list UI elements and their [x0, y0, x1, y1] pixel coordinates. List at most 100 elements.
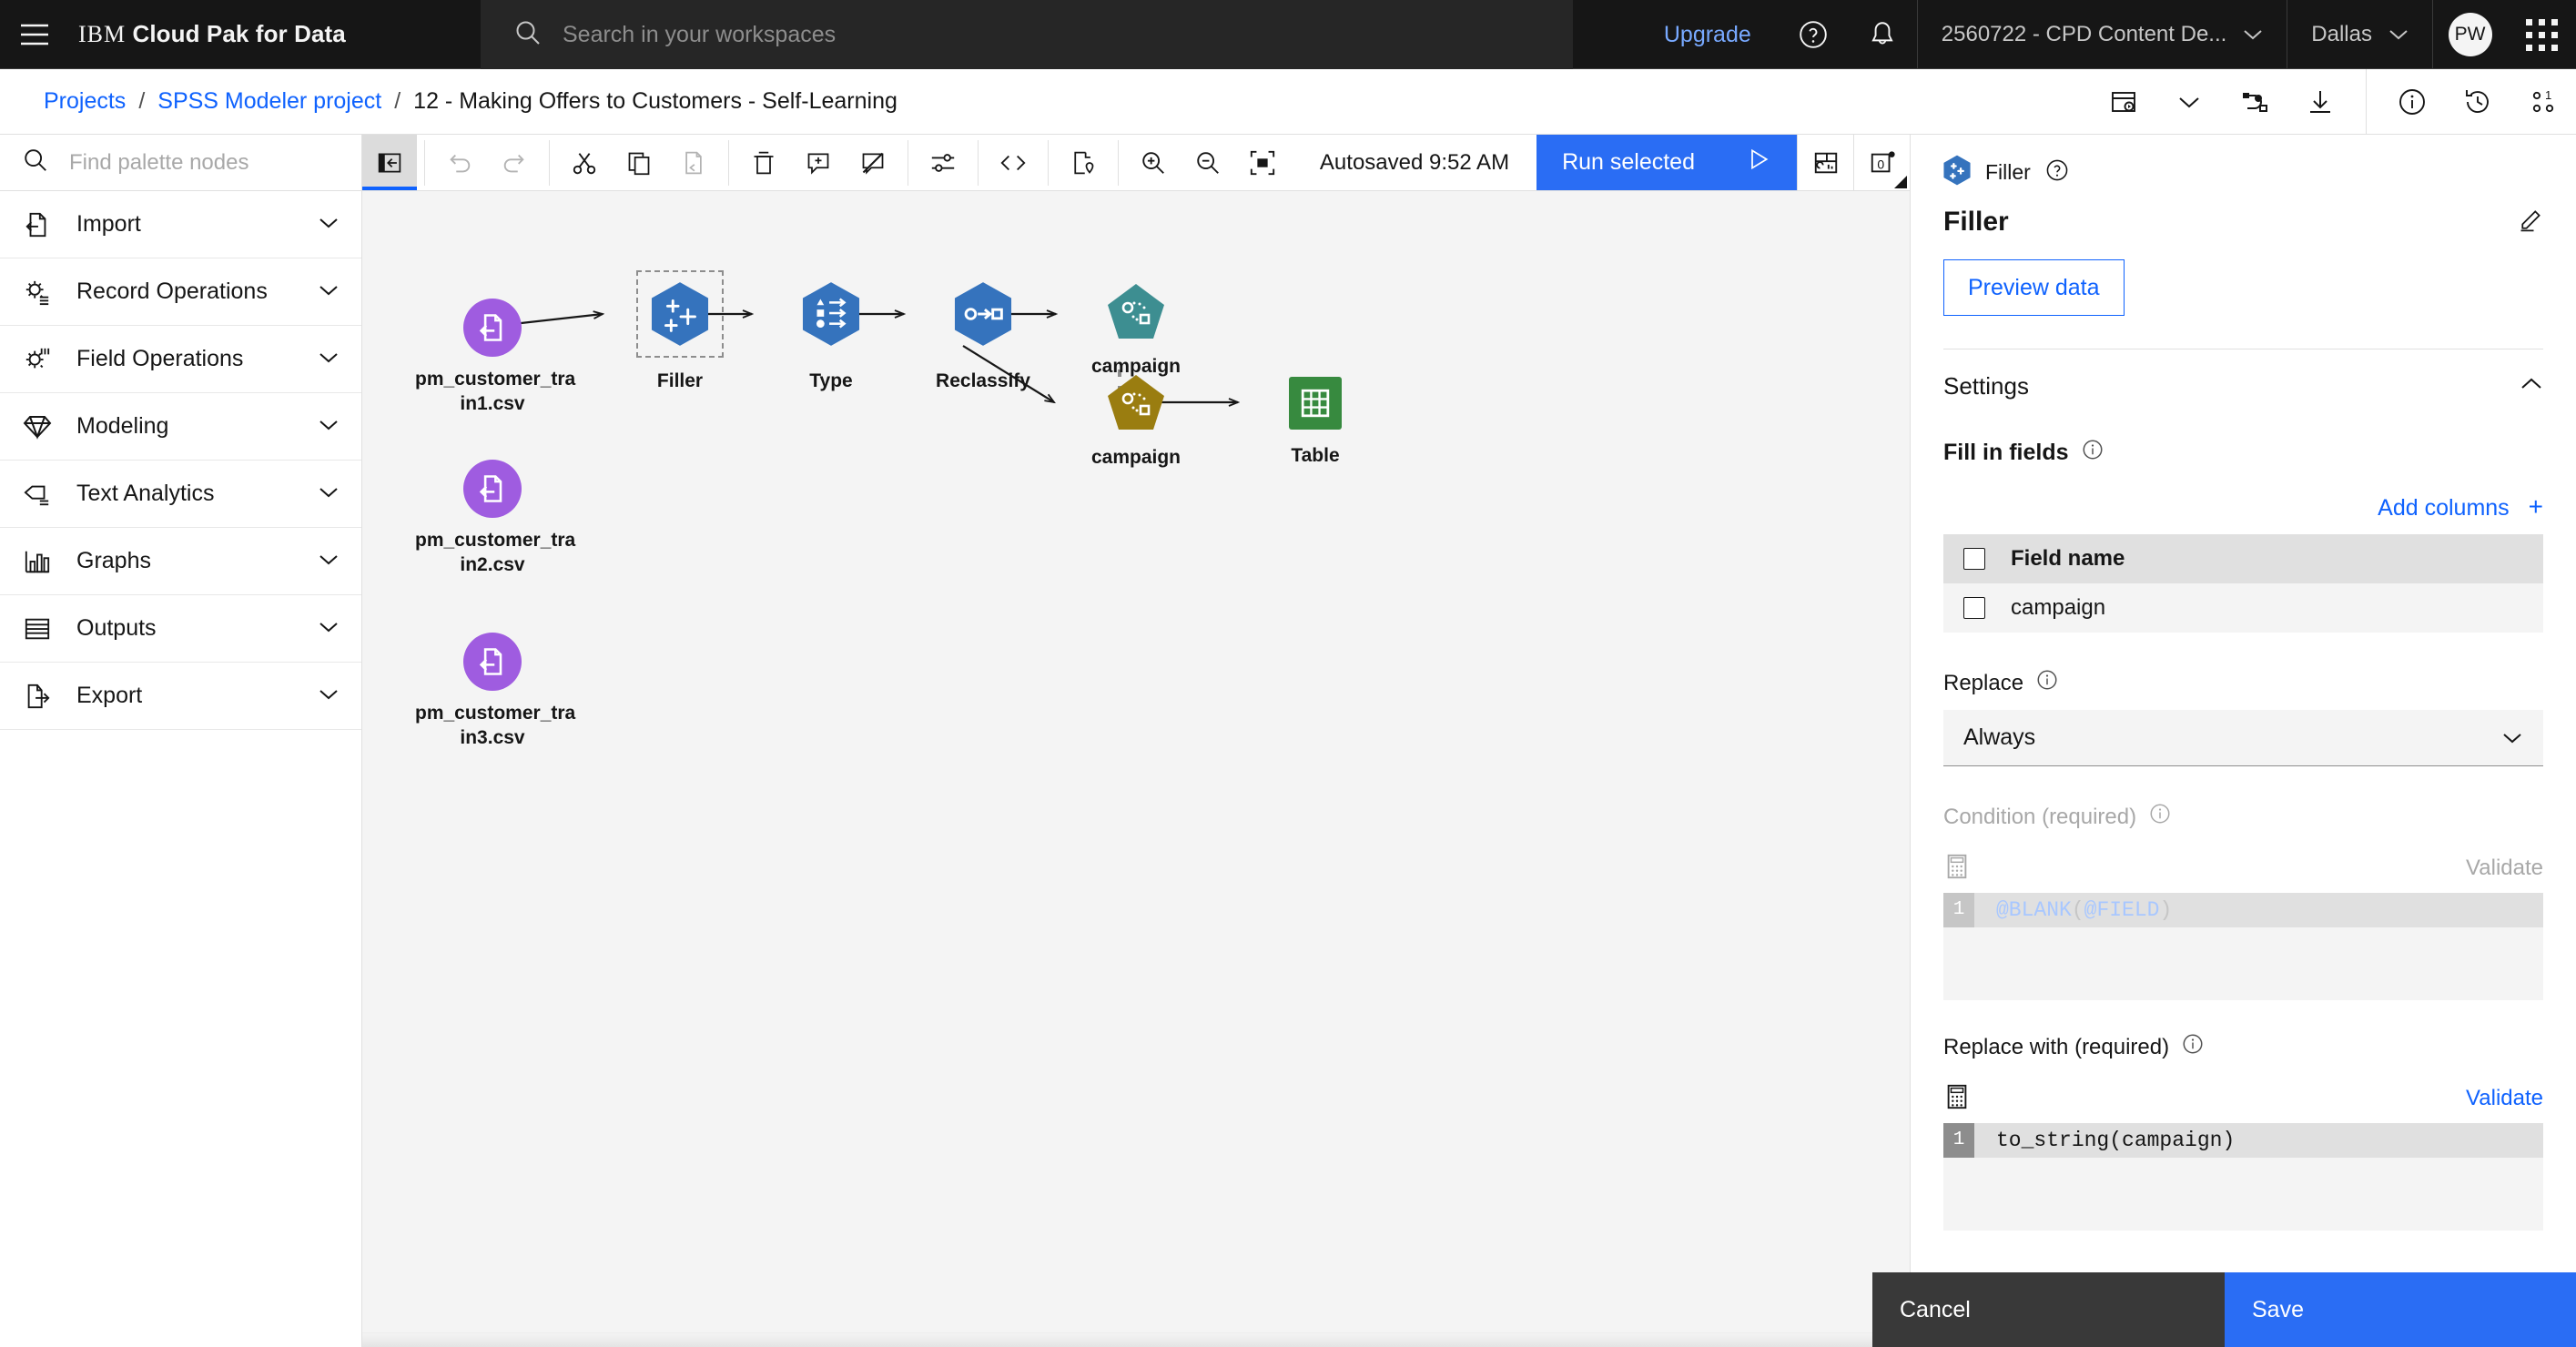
flow-node-pm-customer-train3[interactable]: pm_customer_tra in3.csv	[415, 633, 575, 751]
palette-search[interactable]	[0, 135, 361, 191]
run-selected-button[interactable]: Run selected	[1536, 135, 1797, 190]
panel-title-row: Filler	[1943, 207, 2543, 238]
account-selector[interactable]: 2560722 - CPD Content De...	[1916, 0, 2287, 69]
avatar[interactable]: PW	[2432, 0, 2507, 69]
messages-count-icon[interactable]: 0	[1853, 135, 1910, 190]
flow-node-pm-customer-train1[interactable]: pm_customer_tra in1.csv	[415, 299, 575, 417]
settings-sliders-icon[interactable]	[916, 135, 970, 190]
breadcrumb-item-projects[interactable]: Projects	[44, 88, 126, 115]
global-search[interactable]	[481, 0, 1573, 69]
edit-pencil-icon[interactable]	[2518, 208, 2543, 238]
replace-with-code-editor[interactable]: 1 to_string(campaign)	[1943, 1123, 2543, 1231]
help-circle-icon[interactable]	[2045, 158, 2069, 187]
chevron-down-icon[interactable]	[2156, 69, 2222, 135]
cancel-button[interactable]: Cancel	[1872, 1272, 2225, 1347]
row-checkbox[interactable]	[1963, 597, 1985, 619]
add-columns-button[interactable]: Add columns +	[1943, 492, 2543, 522]
copy-icon[interactable]	[612, 135, 666, 190]
calculator-icon[interactable]	[1943, 1083, 1971, 1115]
palette-category-text-analytics[interactable]: Text Analytics	[0, 461, 361, 528]
condition-code-editor[interactable]: 1 @BLANK(@FIELD)	[1943, 893, 2543, 1000]
delete-comment-icon[interactable]	[846, 135, 900, 190]
panel-header: Filler Filler Preview data	[1911, 135, 2576, 349]
zoom-fit-icon[interactable]	[1235, 135, 1290, 190]
brand-title[interactable]: IBM Cloud Pak for Data	[69, 20, 346, 48]
palette-category-label: Modeling	[76, 413, 169, 439]
palette-search-input[interactable]	[69, 149, 324, 176]
divider	[424, 139, 425, 186]
palette-category-label: Export	[76, 683, 143, 708]
replace-with-validate-button[interactable]: Validate	[2466, 1086, 2543, 1111]
select-all-checkbox[interactable]	[1963, 548, 1985, 570]
plus-icon: +	[2528, 492, 2543, 521]
settings-section-header[interactable]: Settings	[1943, 349, 2543, 422]
replace-select[interactable]: Always	[1943, 710, 2543, 766]
paste-icon[interactable]	[666, 135, 721, 190]
table-row[interactable]: campaign	[1943, 583, 2543, 633]
history-icon[interactable]	[2445, 69, 2510, 135]
palette-category-record-operations[interactable]: Record Operations	[0, 258, 361, 326]
palette-category-modeling[interactable]: Modeling	[0, 393, 361, 461]
upgrade-link[interactable]: Upgrade	[1637, 22, 1779, 48]
palette-category-import[interactable]: Import	[0, 191, 361, 258]
table-node-icon	[1289, 377, 1342, 430]
toggle-palette-icon[interactable]	[362, 135, 417, 190]
palette-category-outputs[interactable]: Outputs	[0, 595, 361, 663]
help-icon[interactable]	[1779, 0, 1848, 69]
flow-node-pm-customer-train2[interactable]: pm_customer_tra in2.csv	[415, 460, 575, 578]
flow-node-filler[interactable]: Filler	[603, 270, 757, 394]
info-icon[interactable]	[2379, 69, 2445, 135]
flow-node-table[interactable]: Table	[1238, 377, 1393, 469]
info-icon[interactable]	[2036, 669, 2058, 697]
region-selector[interactable]: Dallas	[2287, 0, 2432, 69]
application-window: IBM Cloud Pak for Data Upgrade 2560722 -…	[0, 0, 2576, 1347]
bell-icon[interactable]	[1848, 0, 1917, 69]
zoom-out-icon[interactable]	[1181, 135, 1235, 190]
flow-node-campaign-model[interactable]: campaign	[1059, 282, 1213, 380]
script-icon[interactable]	[1056, 135, 1111, 190]
palette-category-field-operations[interactable]: Field Operations	[0, 326, 361, 393]
add-comment-icon[interactable]	[791, 135, 846, 190]
cell-field-name: campaign	[2011, 595, 2106, 620]
canvas-horizontal-scrollbar[interactable]	[362, 1332, 1910, 1347]
lineage-icon[interactable]	[2222, 69, 2287, 135]
delete-icon[interactable]	[736, 135, 791, 190]
redo-icon[interactable]	[487, 135, 542, 190]
run-history-icon[interactable]	[2091, 69, 2156, 135]
import-icon	[22, 211, 53, 238]
zoom-in-icon[interactable]	[1126, 135, 1181, 190]
replace-selected-value: Always	[1963, 724, 2036, 750]
condition-validate-button[interactable]: Validate	[2466, 856, 2543, 881]
flow-node-label: Reclassify	[936, 370, 1030, 391]
code-icon[interactable]	[986, 135, 1040, 190]
condition-label-row: Condition (required)	[1943, 803, 2543, 831]
replace-with-label: Replace with (required)	[1943, 1034, 2170, 1059]
download-icon[interactable]	[2287, 69, 2353, 135]
collaborators-icon[interactable]: 1	[2510, 69, 2576, 135]
model-node-icon	[1106, 373, 1166, 431]
save-button[interactable]: Save	[2225, 1272, 2576, 1347]
info-icon[interactable]	[2082, 439, 2104, 467]
palette-category-export[interactable]: Export	[0, 663, 361, 730]
app-grid-icon[interactable]	[2507, 0, 2576, 69]
preview-data-button[interactable]: Preview data	[1943, 259, 2125, 316]
cut-icon[interactable]	[557, 135, 612, 190]
info-icon[interactable]	[2182, 1033, 2204, 1061]
flow-node-campaign-nugget[interactable]: campaign	[1059, 373, 1213, 471]
flow-diagram[interactable]: pm_customer_tra in1.csv pm_customer_tra in…	[362, 191, 1910, 1347]
flow-node-type[interactable]: Type	[754, 282, 908, 394]
resize-handle[interactable]	[1894, 176, 1907, 188]
calculator-icon[interactable]	[1943, 853, 1971, 885]
palette-category-graphs[interactable]: Graphs	[0, 528, 361, 595]
flow-node-reclassify[interactable]: Reclassify	[906, 282, 1060, 394]
hamburger-icon[interactable]	[0, 0, 69, 69]
avatar-initials: PW	[2448, 13, 2492, 56]
search-input[interactable]	[563, 21, 1382, 48]
breadcrumb-item-project[interactable]: SPSS Modeler project	[157, 88, 381, 115]
chevron-down-icon	[318, 552, 340, 571]
code-line: 1 to_string(campaign)	[1943, 1123, 2543, 1158]
outputs-panel-icon[interactable]	[1797, 135, 1853, 190]
undo-icon[interactable]	[432, 135, 487, 190]
column-header-field-name: Field name	[2011, 546, 2125, 571]
fill-in-fields-label: Fill in fields	[1943, 440, 2069, 465]
